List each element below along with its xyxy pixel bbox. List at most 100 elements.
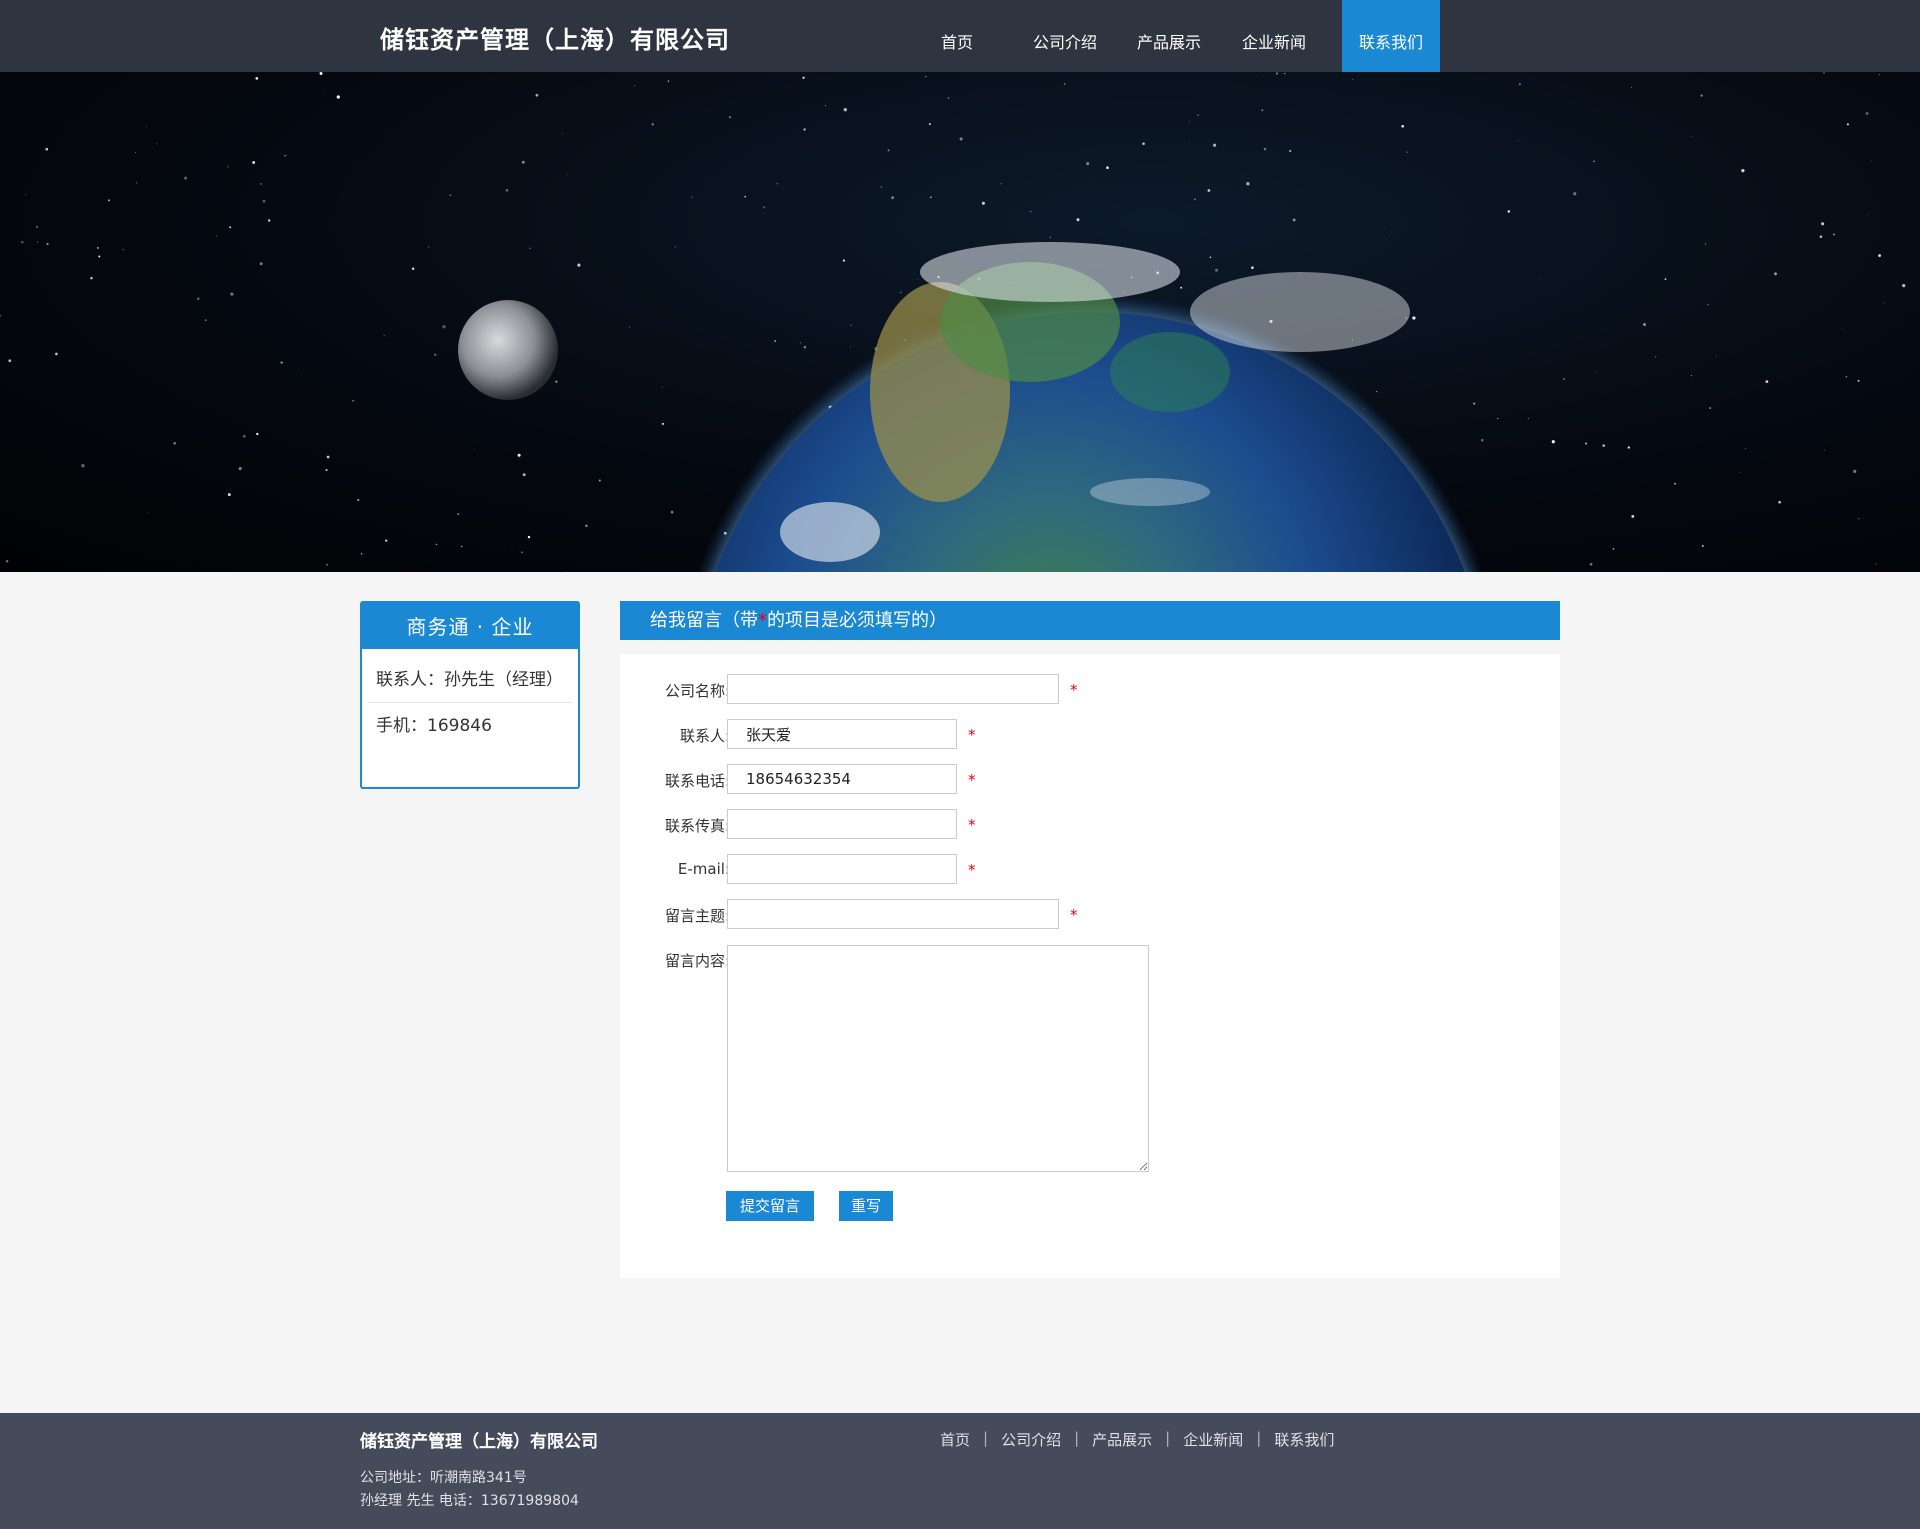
star [947,97,950,99]
star [1690,136,1692,138]
nav-products[interactable]: 产品展示 [1132,0,1206,72]
star [763,213,764,215]
star [434,353,437,356]
star [360,553,363,555]
footer-nav-products[interactable]: 产品展示 [1092,1429,1152,1450]
star [428,246,430,248]
contact-person: 联系人：孙先生（经理） [368,657,572,703]
star [1902,283,1906,288]
star [598,479,601,482]
star [461,545,463,548]
star [1823,449,1825,451]
company-input[interactable] [727,674,1059,704]
star [252,161,256,164]
star [774,340,777,342]
message-form: 公司名称: * 联系人: * 联系电话: * 联系传真: * E-mail: *… [620,654,1560,1278]
star [850,324,852,326]
star [81,464,85,468]
star [1142,142,1145,145]
main-nav: 首页 公司介绍 产品展示 企业新闻 联系我们 [916,0,1440,72]
footer-address: 公司地址：听潮南路341号 [360,1470,527,1486]
star [1585,442,1588,445]
star [842,259,845,262]
star [1289,149,1292,153]
star [634,85,636,87]
star [1284,72,1286,75]
star [691,196,693,198]
company-label: 公司名称: [664,682,730,700]
star [323,90,325,92]
star [196,297,200,301]
star [1029,210,1032,213]
star [385,539,388,542]
subject-input[interactable] [727,899,1059,929]
star [319,72,323,75]
star [917,278,919,280]
star [357,498,360,501]
star [1551,440,1555,444]
star [97,247,99,249]
email-input[interactable] [727,854,957,884]
star [880,186,882,188]
star [1674,482,1676,485]
star [1845,375,1848,378]
heading-required-star: * [758,610,767,631]
nav-home[interactable]: 首页 [916,0,998,72]
star [8,359,12,363]
star [6,560,9,563]
hero-banner [0,72,1920,572]
star [661,422,664,425]
star [259,262,263,266]
footer-nav-contact[interactable]: 联系我们 [1274,1429,1334,1450]
star [108,199,110,202]
footer-nav-about[interactable]: 公司介绍 [1001,1429,1061,1450]
star [473,448,475,450]
star [268,219,271,222]
star [1631,87,1632,88]
star [521,160,525,164]
star [1375,390,1378,393]
star [555,380,558,383]
star [1251,266,1254,270]
star [1765,380,1769,384]
star [505,188,509,192]
contact-card-title: 商务通 · 企业 [362,603,578,649]
nav-news[interactable]: 企业新闻 [1236,0,1312,72]
star [1701,545,1704,547]
reset-button[interactable]: 重写 [839,1191,893,1221]
content-label: 留言内容: [664,952,730,970]
star [1700,94,1703,97]
star [567,174,568,176]
star [562,133,563,135]
contact-card: 商务通 · 企业 联系人：孙先生（经理） 手机：169846 [360,601,580,789]
star [887,149,890,152]
star [1654,356,1657,358]
star [256,432,259,436]
nav-about[interactable]: 公司介绍 [1028,0,1102,72]
footer-nav-separator: | [1165,1429,1171,1447]
fax-input[interactable] [727,809,957,839]
submit-button[interactable]: 提交留言 [726,1191,814,1221]
star [803,345,807,349]
star [442,325,446,329]
star [411,267,415,271]
star [1716,355,1718,357]
star [1292,218,1296,222]
star [1866,214,1868,216]
star [1562,378,1565,381]
phone-input[interactable] [727,764,957,794]
contact-required: * [968,726,976,744]
star [1739,472,1741,473]
star [242,434,246,438]
star [262,199,266,203]
star [326,563,329,566]
footer-nav-news[interactable]: 企业新闻 [1183,1429,1243,1450]
nav-contact[interactable]: 联系我们 [1342,0,1440,72]
star [651,123,654,126]
star [728,116,731,119]
star [1256,75,1257,77]
footer-nav-home[interactable]: 首页 [940,1429,970,1450]
contact-input[interactable] [727,719,957,749]
star [959,137,963,141]
content-textarea[interactable] [727,945,1149,1172]
